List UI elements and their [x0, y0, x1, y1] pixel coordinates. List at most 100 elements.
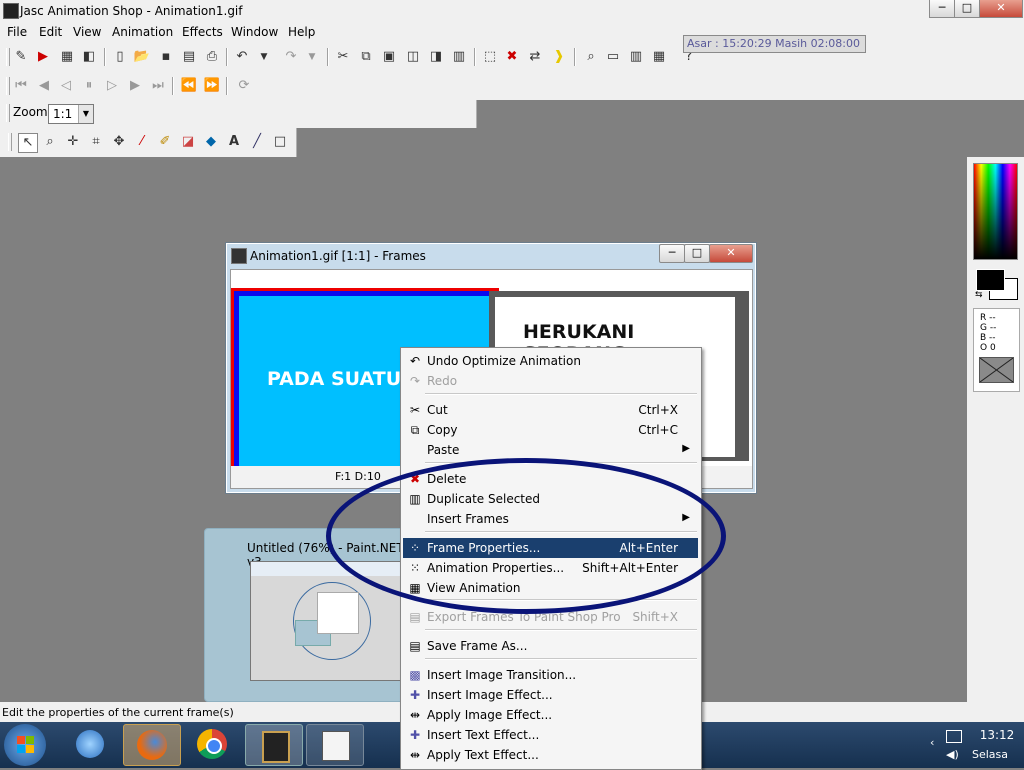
print-icon[interactable]: ⎙ [203, 48, 221, 66]
move-tool-icon[interactable]: ✛ [64, 133, 82, 151]
menu-file[interactable]: File [7, 25, 27, 39]
fill-icon[interactable]: ◆ [202, 133, 220, 151]
anim-props-icon[interactable]: ▥ [627, 48, 645, 66]
menu-item-copy[interactable]: ⧉ Copy Ctrl+C [403, 420, 698, 440]
view-anim-icon[interactable]: ▦ [650, 48, 668, 66]
insert-icon[interactable]: ⇄ [526, 48, 544, 66]
menu-item-apply-image-effect[interactable]: ⇹ Apply Image Effect... [403, 705, 698, 725]
close-button[interactable]: ✕ [979, 0, 1023, 18]
transparent-swatch[interactable] [979, 357, 1014, 383]
menu-edit[interactable]: Edit [39, 25, 62, 39]
optimize-wizard-icon[interactable]: ◧ [80, 48, 98, 66]
menu-help[interactable]: Help [288, 25, 315, 39]
menu-animation[interactable]: Animation [112, 25, 173, 39]
delete-frame-icon[interactable]: ✖ [503, 48, 521, 66]
chevron-down-icon[interactable]: ▼ [78, 105, 93, 123]
paste-after-icon[interactable]: ◨ [427, 48, 445, 66]
pan-tool-icon[interactable]: ✥ [110, 133, 128, 151]
step-forward-icon[interactable]: ▷ [103, 77, 121, 95]
zoom-tool-icon[interactable]: ⌕ [582, 48, 600, 66]
redo-icon[interactable]: ↷ [282, 48, 300, 66]
undo-icon[interactable]: ↶ [233, 48, 251, 66]
redo-dropdown-icon[interactable]: ▼ [303, 48, 321, 66]
save-frames-icon[interactable]: ▤ [180, 48, 198, 66]
tray-expand-icon[interactable]: ‹ [930, 736, 934, 749]
menu-item-frame-properties[interactable]: ⁘ Frame Properties... Alt+Enter [403, 538, 698, 558]
toolbar-grip[interactable] [6, 48, 10, 66]
loop-icon[interactable]: ⟳ [235, 77, 253, 95]
play-icon[interactable]: ▶ [126, 77, 144, 95]
menu-item-save-frame-as[interactable]: ▤ Save Frame As... [403, 636, 698, 656]
frame-props-icon[interactable]: ▭ [604, 48, 622, 66]
crop-tool-icon[interactable]: ⌗ [87, 133, 105, 151]
toolbar-grip[interactable] [6, 77, 10, 95]
minimize-button[interactable]: ─ [929, 0, 955, 18]
menu-item-insert-text-effect[interactable]: ✚ Insert Text Effect... [403, 725, 698, 745]
wizard-icon[interactable]: ✎ [12, 48, 30, 66]
text-tool-icon[interactable]: A [225, 133, 243, 151]
arrow-tool-icon[interactable]: ↖ [18, 133, 38, 153]
frames-maximize-button[interactable]: □ [684, 244, 710, 263]
taskbar-thumbnail[interactable]: Untitled (76%) - Paint.NET v3. [204, 528, 407, 702]
banner-wizard-icon[interactable]: ▶ [34, 48, 52, 66]
prev-frame-icon[interactable]: ⏪ [180, 77, 198, 95]
taskbar-time[interactable]: 13:12 [974, 728, 1020, 742]
eraser-icon[interactable]: ◪ [179, 133, 197, 151]
menu-item-insert-image-transition[interactable]: ▩ Insert Image Transition... [403, 665, 698, 685]
menu-item-animation-properties[interactable]: ⁙ Animation Properties... Shift+Alt+Enter [403, 558, 698, 578]
copy-icon[interactable]: ⧉ [357, 48, 375, 66]
toolbar-grip[interactable] [6, 104, 10, 122]
prev-icon[interactable]: ◀ [35, 77, 53, 95]
menu-effects[interactable]: Effects [182, 25, 223, 39]
taskbar-paintnet-icon[interactable] [306, 724, 364, 766]
undo-dropdown-icon[interactable]: ▼ [255, 48, 273, 66]
taskbar-animation-shop-icon[interactable] [245, 724, 303, 766]
menu-view[interactable]: View [73, 25, 101, 39]
pause-icon[interactable]: ⏸ [80, 77, 98, 95]
save-icon[interactable]: ▪ [157, 48, 175, 66]
toolbar-grip[interactable] [8, 133, 12, 151]
menu-item-view-animation[interactable]: ▦ View Animation [403, 578, 698, 598]
dropper-icon[interactable]: ⁄ [133, 133, 151, 151]
rectangle-tool-icon[interactable]: □ [271, 133, 289, 151]
menu-item-cut[interactable]: ✂ Cut Ctrl+X [403, 400, 698, 420]
color-spectrum[interactable] [973, 163, 1018, 260]
line-tool-icon[interactable]: ╱ [248, 133, 266, 151]
open-icon[interactable]: 📂 [133, 48, 151, 66]
crop-icon[interactable]: ⬚ [481, 48, 499, 66]
taskbar-day[interactable]: Selasa [972, 748, 1008, 761]
new-icon[interactable]: ▯ [111, 48, 129, 66]
menu-item-duplicate-selected[interactable]: ▥ Duplicate Selected [403, 489, 698, 509]
paste-before-icon[interactable]: ◫ [404, 48, 422, 66]
taskbar-safari-icon[interactable] [62, 724, 118, 764]
first-frame-icon[interactable]: ⏮ [12, 77, 30, 95]
optimize-icon[interactable]: ▦ [58, 48, 76, 66]
volume-icon[interactable]: ◀) [946, 748, 959, 761]
effect-icon[interactable]: ❱ [550, 48, 568, 66]
zoom-select[interactable]: 1:1 ▼ [48, 104, 94, 124]
maximize-button[interactable]: □ [954, 0, 980, 18]
step-back-icon[interactable]: ◁ [57, 77, 75, 95]
menu-item-insert-frames[interactable]: Insert Frames ▶ [403, 509, 698, 529]
menu-item-undo-optimize-animation[interactable]: ↶ Undo Optimize Animation [403, 351, 698, 371]
taskbar-firefox-icon[interactable] [123, 724, 181, 766]
fg-bg-swatches[interactable]: ⇆ [973, 266, 1018, 302]
next-frame-icon[interactable]: ⏩ [203, 77, 221, 95]
frames-close-button[interactable]: ✕ [709, 244, 753, 263]
menu-item-delete[interactable]: ✖ Delete [403, 469, 698, 489]
menu-item-apply-text-effect[interactable]: ⇹ Apply Text Effect... [403, 745, 698, 765]
swap-colors-icon[interactable]: ⇆ [975, 290, 983, 300]
menu-item-paste[interactable]: Paste ▶ [403, 440, 698, 460]
network-icon[interactable] [946, 730, 962, 743]
zoom-magnifier-icon[interactable]: ⌕ [41, 133, 59, 151]
paste-into-icon[interactable]: ▥ [450, 48, 468, 66]
foreground-swatch[interactable] [976, 269, 1005, 291]
frames-minimize-button[interactable]: ─ [659, 244, 685, 263]
brush-icon[interactable]: ✐ [156, 133, 174, 151]
taskbar-chrome-icon[interactable] [184, 724, 240, 764]
menu-window[interactable]: Window [231, 25, 278, 39]
paste-new-icon[interactable]: ▣ [380, 48, 398, 66]
last-frame-icon[interactable]: ⏭ [149, 77, 167, 95]
start-button[interactable] [4, 724, 46, 766]
cut-icon[interactable]: ✂ [334, 48, 352, 66]
